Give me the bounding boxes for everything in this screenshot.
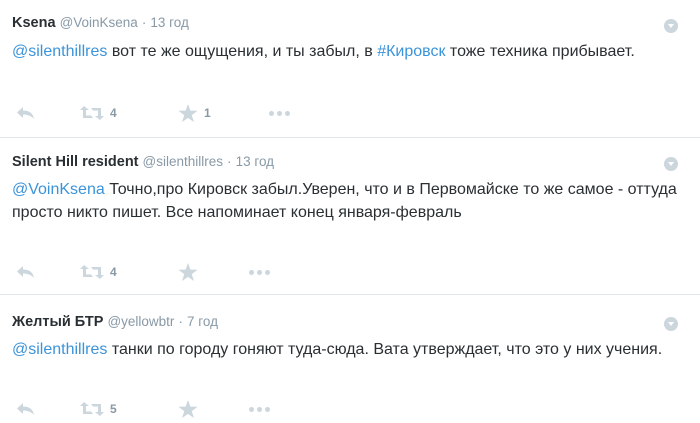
mention-link[interactable]: @silenthillres: [12, 43, 107, 60]
reply-icon: [17, 107, 34, 119]
reply-button[interactable]: [16, 103, 36, 123]
retweet-count: 4: [110, 106, 117, 120]
tweet-text-part: вот те же ощущения, и ты забыл, в: [107, 43, 378, 60]
tweet-text-part: тоже техника прибывает.: [445, 43, 635, 60]
hashtag-link[interactable]: #Кировск: [377, 43, 445, 60]
favorite-button[interactable]: [178, 399, 198, 419]
favorite-button[interactable]: 1: [178, 103, 211, 123]
more-button[interactable]: [249, 399, 270, 419]
tweet-timestamp[interactable]: 13 год: [236, 154, 274, 169]
retweet-button[interactable]: 5: [80, 399, 117, 419]
mention-link[interactable]: @VoinKsena: [12, 181, 105, 198]
author-name[interactable]: Желтый БТР: [12, 314, 103, 330]
star-icon: [178, 262, 198, 281]
caret-down-icon[interactable]: [664, 19, 678, 33]
retweet-icon: [80, 106, 104, 120]
tweet-header: Ksena @VoinKsena · 13 год: [12, 15, 189, 31]
reply-button[interactable]: [16, 262, 36, 282]
retweet-icon: [80, 402, 104, 416]
more-button[interactable]: [269, 103, 290, 123]
caret-down-icon[interactable]: [664, 157, 678, 171]
reply-icon: [17, 266, 34, 278]
tweet-text-part: Точно,про Кировск забыл.Уверен, что и в …: [12, 181, 677, 221]
tweet-item[interactable]: Silent Hill resident @silenthillres · 13…: [0, 138, 700, 293]
tweet-text: @silenthillres вот те же ощущения, и ты …: [12, 40, 677, 63]
star-icon: [178, 103, 198, 122]
separator-dot: ·: [227, 154, 232, 169]
tweet-text: @silenthillres танки по городу гоняют ту…: [12, 338, 677, 361]
tweet-header: Желтый БТР @yellowbtr · 7 год: [12, 314, 218, 330]
author-name[interactable]: Silent Hill resident: [12, 154, 139, 170]
tweet-timestamp[interactable]: 13 год: [150, 15, 188, 30]
tweet-text-part: танки по городу гоняют туда-сюда. Вата у…: [107, 341, 663, 358]
author-handle[interactable]: @VoinKsena: [60, 15, 138, 30]
retweet-count: 4: [110, 265, 117, 279]
author-name[interactable]: Ksena: [12, 15, 56, 31]
separator-dot: ·: [141, 15, 147, 30]
caret-down-icon[interactable]: [664, 317, 678, 331]
more-icon: [249, 269, 270, 275]
retweet-icon: [80, 265, 104, 279]
author-handle[interactable]: @yellowbtr: [107, 314, 174, 329]
more-icon: [249, 406, 270, 412]
separator-dot: ·: [178, 314, 183, 329]
tweet-timestamp[interactable]: 7 год: [187, 314, 218, 329]
reply-icon: [17, 403, 34, 415]
favorite-count: 1: [204, 106, 211, 120]
tweet-item[interactable]: Желтый БТР @yellowbtr · 7 год @silenthil…: [0, 295, 700, 423]
tweet-header: Silent Hill resident @silenthillres · 13…: [12, 154, 274, 170]
retweet-count: 5: [110, 402, 117, 416]
tweet-item[interactable]: Ksena @VoinKsena · 13 год @silenthillres…: [0, 0, 700, 137]
author-handle[interactable]: @silenthillres: [143, 154, 223, 169]
tweet-text: @VoinKsena Точно,про Кировск забыл.Увере…: [12, 178, 677, 224]
retweet-button[interactable]: 4: [80, 103, 117, 123]
more-icon: [269, 110, 290, 116]
reply-button[interactable]: [16, 399, 36, 419]
star-icon: [178, 399, 198, 418]
more-button[interactable]: [249, 262, 270, 282]
favorite-button[interactable]: [178, 262, 198, 282]
mention-link[interactable]: @silenthillres: [12, 341, 107, 358]
retweet-button[interactable]: 4: [80, 262, 117, 282]
